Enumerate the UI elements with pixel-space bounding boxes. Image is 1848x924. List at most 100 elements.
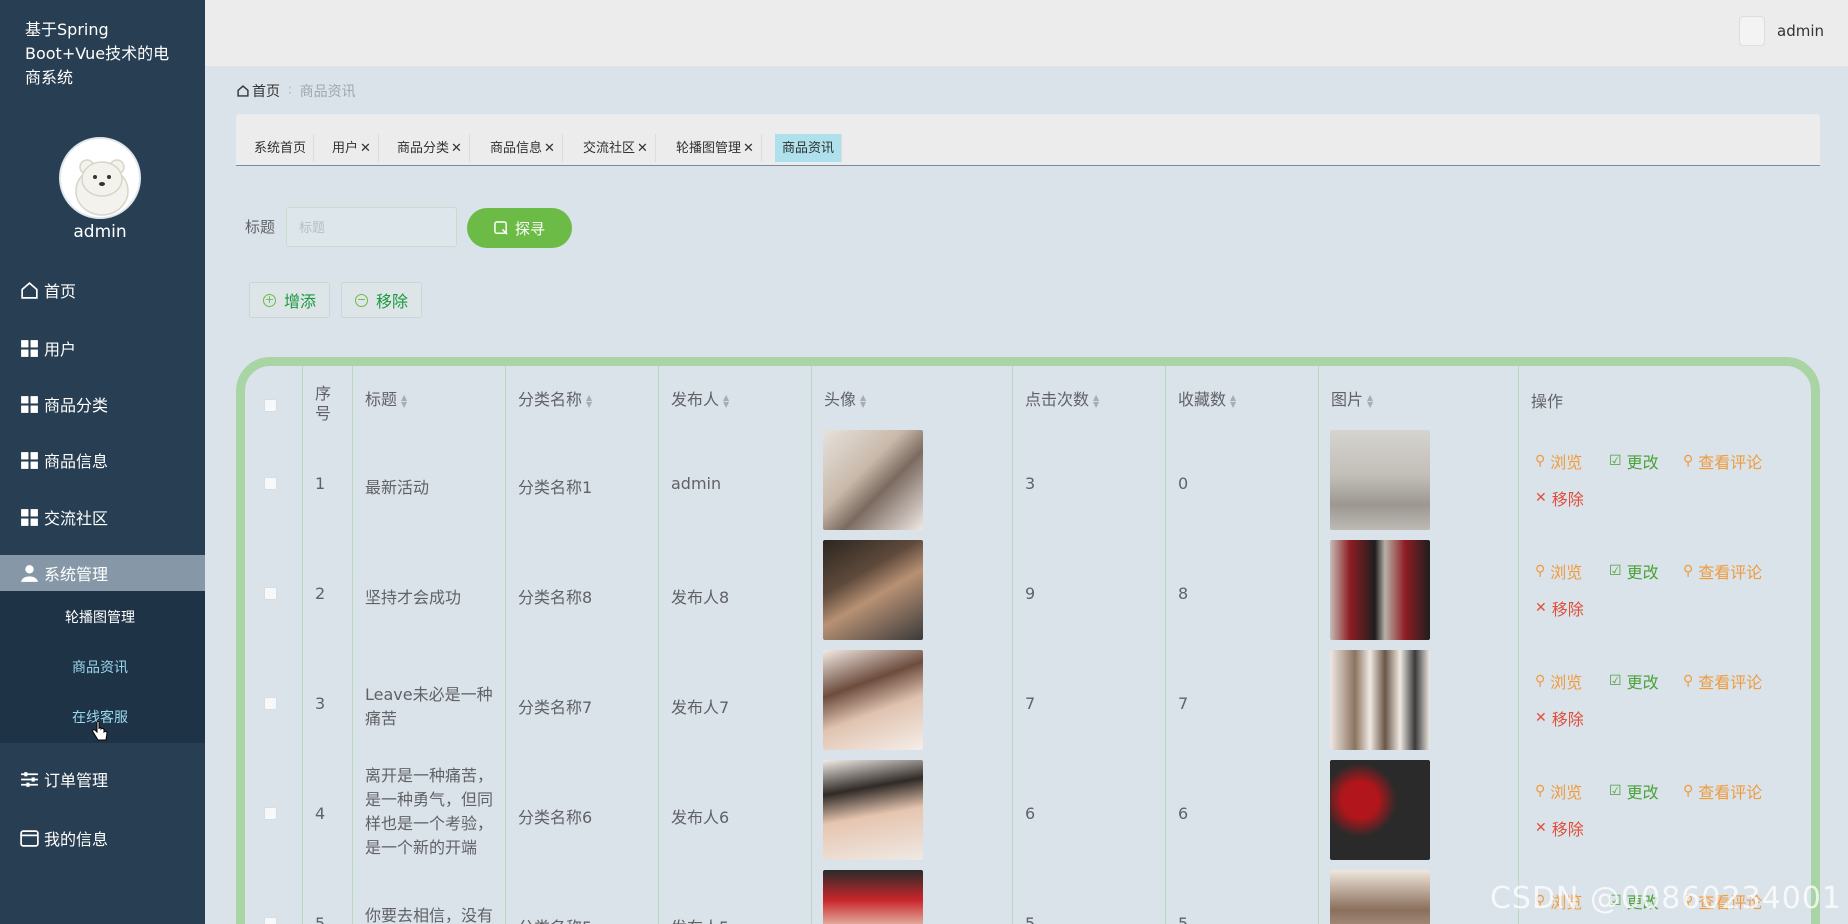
view-comments-button[interactable]: ⚲ 查看评论 bbox=[1683, 669, 1762, 693]
cell-publisher: 发布人6 bbox=[671, 808, 730, 827]
row-checkbox[interactable] bbox=[264, 807, 277, 820]
menu-item-home[interactable]: 首页 bbox=[0, 263, 205, 317]
col-header-title[interactable]: 标题 ▲ ▼ bbox=[365, 386, 407, 410]
row-checkbox[interactable] bbox=[264, 477, 277, 490]
cell-clicks: 3 bbox=[1025, 474, 1036, 493]
breadcrumb-home[interactable]: 首页 bbox=[252, 81, 280, 101]
news-image bbox=[1330, 430, 1430, 530]
menu-item-orders[interactable]: 订单管理 bbox=[0, 752, 205, 806]
add-button[interactable]: + 增添 bbox=[249, 282, 331, 318]
header-label: 图片 bbox=[1331, 390, 1364, 409]
view-button[interactable]: ⚲ 浏览 bbox=[1535, 559, 1582, 583]
cell-favorites: 5 bbox=[1178, 914, 1189, 924]
view-label: 浏览 bbox=[1550, 783, 1583, 802]
top-user[interactable]: admin bbox=[1739, 16, 1824, 46]
col-header-avatar[interactable]: 头像 ▲ ▼ bbox=[824, 386, 866, 410]
close-icon[interactable]: ✕ bbox=[451, 141, 462, 156]
tab-users[interactable]: 用户 ✕ bbox=[325, 134, 379, 162]
row-checkbox[interactable] bbox=[264, 697, 277, 710]
view-button[interactable]: ⚲ 浏览 bbox=[1535, 779, 1582, 803]
menu-label: 首页 bbox=[44, 282, 77, 301]
col-header-publisher[interactable]: 发布人 ▲ ▼ bbox=[671, 386, 729, 410]
system-submenu: 轮播图管理 商品资讯 在线客服 bbox=[0, 591, 205, 743]
tab-products[interactable]: 商品信息 ✕ bbox=[483, 134, 563, 162]
row-checkbox[interactable] bbox=[264, 587, 277, 600]
sort-icon[interactable]: ▲ ▼ bbox=[860, 393, 866, 408]
grid-icon bbox=[21, 508, 38, 526]
delete-button[interactable]: ✕ 移除 bbox=[1535, 706, 1584, 730]
select-all-checkbox[interactable] bbox=[264, 399, 277, 412]
search-button[interactable]: 探寻 bbox=[467, 208, 572, 248]
close-icon[interactable]: ✕ bbox=[637, 141, 648, 156]
tab-banner[interactable]: 轮播图管理 ✕ bbox=[669, 134, 762, 162]
menu-item-category[interactable]: 商品分类 bbox=[0, 377, 205, 431]
minus-circle-icon: − bbox=[355, 292, 368, 307]
sort-icon[interactable]: ▲ ▼ bbox=[723, 393, 729, 408]
comment-label: 查看评论 bbox=[1698, 563, 1763, 582]
view-button[interactable]: ⚲ 浏览 bbox=[1535, 669, 1582, 693]
search-label: 标题 bbox=[245, 218, 276, 236]
cell-no: 5 bbox=[315, 914, 326, 924]
submenu-item-banner[interactable]: 轮播图管理 bbox=[0, 607, 200, 627]
search-icon: ⚲ bbox=[1535, 453, 1546, 469]
tabs-bar: 系统首页 用户 ✕ 商品分类 ✕ 商品信息 ✕ 交流社区 ✕ 轮播图管理 ✕ 商品资讯 bbox=[236, 114, 1820, 166]
cell-favorites: 6 bbox=[1178, 804, 1189, 823]
sort-icon[interactable]: ▲ ▼ bbox=[586, 393, 592, 408]
col-header-favorites[interactable]: 收藏数 ▲ ▼ bbox=[1178, 386, 1236, 410]
tab-category[interactable]: 商品分类 ✕ bbox=[390, 134, 470, 162]
cell-title: 离开是一种痛苦，是一种勇气，但同样也是一个考验，是一个新的开端 bbox=[365, 766, 494, 857]
view-comments-button[interactable]: ⚲ 查看评论 bbox=[1683, 559, 1762, 583]
delete-button[interactable]: ✕ 移除 bbox=[1535, 816, 1584, 840]
close-icon[interactable]: ✕ bbox=[360, 141, 371, 156]
tab-news[interactable]: 商品资讯 bbox=[775, 134, 843, 162]
sort-icon[interactable]: ▲ ▼ bbox=[1230, 393, 1236, 408]
edit-icon: ☑ bbox=[1609, 783, 1622, 799]
view-label: 浏览 bbox=[1550, 673, 1583, 692]
tab-label: 商品资讯 bbox=[782, 141, 835, 156]
search-icon: ⚲ bbox=[1683, 453, 1694, 469]
close-icon[interactable]: ✕ bbox=[743, 141, 754, 156]
view-comments-button[interactable]: ⚲ 查看评论 bbox=[1683, 449, 1762, 473]
header-label: 点击次数 bbox=[1025, 390, 1090, 409]
cell-clicks: 7 bbox=[1025, 694, 1036, 713]
tab-community[interactable]: 交流社区 ✕ bbox=[576, 134, 656, 162]
menu-item-products[interactable]: 商品信息 bbox=[0, 433, 205, 487]
cell-category: 分类名称1 bbox=[518, 478, 593, 497]
remove-button[interactable]: − 移除 bbox=[341, 282, 423, 318]
edit-button[interactable]: ☑ 更改 bbox=[1609, 559, 1659, 583]
edit-label: 更改 bbox=[1626, 453, 1659, 472]
view-comments-button[interactable]: ⚲ 查看评论 bbox=[1683, 779, 1762, 803]
search-button-label: 探寻 bbox=[514, 220, 545, 238]
submenu-item-news[interactable]: 商品资讯 bbox=[0, 657, 200, 677]
edit-icon: ☑ bbox=[1609, 673, 1622, 689]
edit-button[interactable]: ☑ 更改 bbox=[1609, 669, 1659, 693]
cell-no: 1 bbox=[315, 474, 326, 493]
sort-icon[interactable]: ▲ ▼ bbox=[1367, 393, 1373, 408]
close-icon[interactable]: ✕ bbox=[544, 141, 555, 156]
grid-icon bbox=[21, 339, 38, 357]
delete-button[interactable]: ✕ 移除 bbox=[1535, 596, 1584, 620]
col-header-image[interactable]: 图片 ▲ ▼ bbox=[1331, 386, 1373, 410]
menu-label: 我的信息 bbox=[44, 830, 109, 849]
menu-item-system[interactable]: 系统管理 bbox=[0, 555, 205, 591]
sort-icon[interactable]: ▲ ▼ bbox=[401, 393, 407, 408]
menu-item-users[interactable]: 用户 bbox=[0, 321, 205, 375]
avatar-image bbox=[823, 540, 923, 640]
col-header-clicks[interactable]: 点击次数 ▲ ▼ bbox=[1025, 386, 1099, 410]
sort-icon[interactable]: ▲ ▼ bbox=[1093, 393, 1099, 408]
row-checkbox[interactable] bbox=[264, 917, 277, 924]
menu-item-profile[interactable]: 我的信息 bbox=[0, 811, 205, 865]
card-icon bbox=[20, 829, 39, 847]
menu-item-community[interactable]: 交流社区 bbox=[0, 490, 205, 544]
news-image bbox=[1330, 650, 1430, 750]
edit-button[interactable]: ☑ 更改 bbox=[1609, 779, 1659, 803]
view-button[interactable]: ⚲ 浏览 bbox=[1535, 449, 1582, 473]
tab-home[interactable]: 系统首页 bbox=[247, 134, 315, 162]
remove-button-label: 移除 bbox=[376, 292, 409, 311]
edit-button[interactable]: ☑ 更改 bbox=[1609, 449, 1659, 473]
header-label: 收藏数 bbox=[1178, 390, 1227, 409]
delete-button[interactable]: ✕ 移除 bbox=[1535, 486, 1584, 510]
search-icon: ⚲ bbox=[1683, 563, 1694, 579]
title-search-input[interactable] bbox=[286, 207, 457, 247]
col-header-category[interactable]: 分类名称 ▲ ▼ bbox=[518, 386, 592, 410]
